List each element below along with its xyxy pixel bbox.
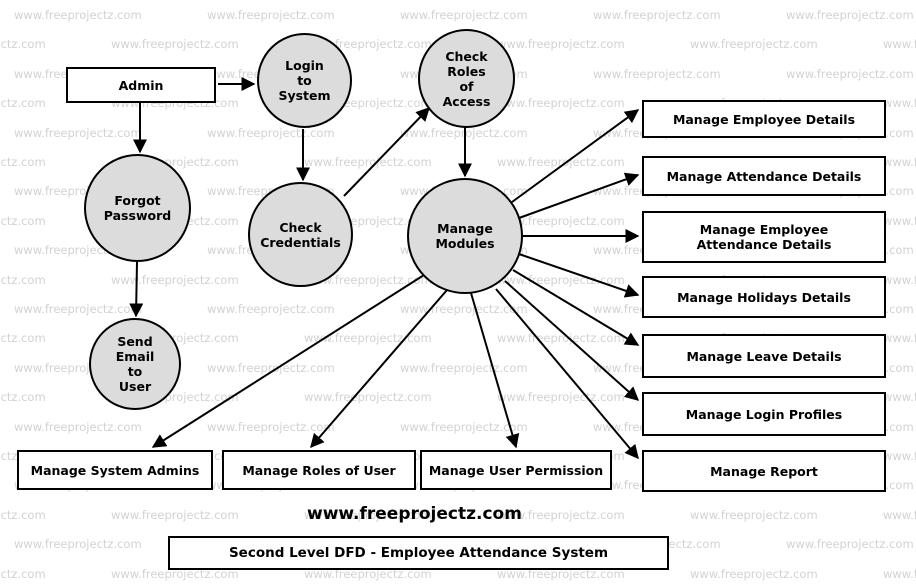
entity-admin-label: Admin bbox=[118, 77, 164, 93]
store-manage-attendance-details-label: Manage Attendance Details bbox=[666, 168, 862, 184]
store-manage-report-label: Manage Report bbox=[710, 463, 818, 479]
process-send-email-to-user-label: Send Email to User bbox=[115, 334, 155, 394]
dfd-diagram-canvas: www.freeprojectz.com www.freeprojectz.com… bbox=[0, 0, 916, 587]
process-forgot-password[interactable]: Forgot Password bbox=[84, 154, 191, 262]
store-manage-user-permission-label: Manage User Permission bbox=[428, 462, 604, 478]
process-send-email-to-user[interactable]: Send Email to User bbox=[89, 318, 181, 410]
process-check-roles-of-access[interactable]: Check Roles of Access bbox=[418, 29, 515, 128]
store-manage-leave-details[interactable]: Manage Leave Details bbox=[642, 334, 886, 378]
store-manage-report[interactable]: Manage Report bbox=[642, 450, 886, 492]
store-manage-user-permission[interactable]: Manage User Permission bbox=[420, 450, 612, 490]
store-manage-login-profiles[interactable]: Manage Login Profiles bbox=[642, 392, 886, 436]
site-brand-label: www.freeprojectz.com bbox=[307, 504, 522, 524]
diagram-title-text: Second Level DFD - Employee Attendance S… bbox=[228, 545, 609, 561]
process-check-credentials-label: Check Credentials bbox=[260, 219, 341, 250]
store-manage-leave-details-label: Manage Leave Details bbox=[686, 348, 842, 364]
process-login-to-system-label: Login to System bbox=[278, 58, 331, 103]
store-manage-roles-of-user[interactable]: Manage Roles of User bbox=[222, 450, 416, 490]
store-manage-roles-of-user-label: Manage Roles of User bbox=[242, 462, 396, 478]
store-manage-system-admins[interactable]: Manage System Admins bbox=[17, 450, 213, 490]
store-manage-employee-attendance-details[interactable]: Manage Employee Attendance Details bbox=[642, 211, 886, 263]
process-manage-modules[interactable]: Manage Modules bbox=[407, 178, 523, 294]
node-layer: Admin Login to System Check Roles of Access F… bbox=[0, 0, 916, 587]
store-manage-login-profiles-label: Manage Login Profiles bbox=[685, 406, 843, 422]
site-brand-label-text: www.freeprojectz.com bbox=[307, 504, 522, 524]
process-manage-modules-label: Manage Modules bbox=[435, 221, 495, 251]
diagram-title-box: Second Level DFD - Employee Attendance S… bbox=[168, 536, 669, 570]
store-manage-holidays-details-label: Manage Holidays Details bbox=[677, 289, 851, 305]
store-manage-holidays-details[interactable]: Manage Holidays Details bbox=[642, 276, 886, 318]
process-check-credentials[interactable]: Check Credentials bbox=[248, 182, 353, 287]
store-manage-employee-details[interactable]: Manage Employee Details bbox=[642, 100, 886, 138]
store-manage-system-admins-label: Manage System Admins bbox=[30, 462, 200, 478]
entity-admin[interactable]: Admin bbox=[66, 67, 216, 103]
process-forgot-password-label: Forgot Password bbox=[103, 193, 172, 223]
store-manage-attendance-details[interactable]: Manage Attendance Details bbox=[642, 156, 886, 196]
process-login-to-system[interactable]: Login to System bbox=[257, 33, 352, 128]
store-manage-employee-attendance-details-label: Manage Employee Attendance Details bbox=[696, 222, 832, 252]
process-check-roles-of-access-label: Check Roles of Access bbox=[442, 48, 491, 109]
store-manage-employee-details-label: Manage Employee Details bbox=[672, 111, 856, 127]
